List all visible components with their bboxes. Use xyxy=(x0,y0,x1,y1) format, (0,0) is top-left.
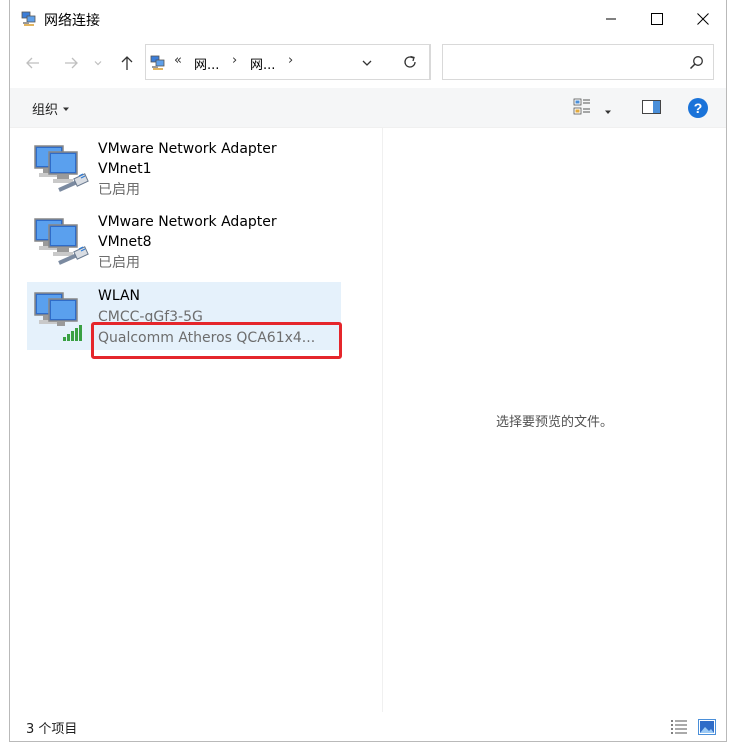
item-status: 已启用 xyxy=(98,182,140,198)
up-button[interactable] xyxy=(114,50,140,76)
wifi-adapter-icon xyxy=(31,291,91,343)
arrow-left-icon xyxy=(26,57,39,69)
ethernet-adapter-icon xyxy=(31,142,91,194)
preview-empty-message: 选择要预览的文件。 xyxy=(495,415,613,430)
chevron-down-icon xyxy=(94,61,102,66)
network-connections-icon xyxy=(20,10,38,28)
minimize-icon xyxy=(606,18,616,20)
refresh-icon xyxy=(403,55,416,68)
arrow-right-icon xyxy=(65,57,78,69)
breadcrumb-separator[interactable]: › xyxy=(232,53,237,68)
ethernet-adapter-icon xyxy=(31,215,91,267)
list-item-vmnet1[interactable]: VMware Network Adapter VMnet1 已启用 xyxy=(27,133,341,201)
help-icon[interactable]: ? xyxy=(687,97,709,123)
svg-text:?: ? xyxy=(694,100,703,116)
item-name-line1: VMware Network Adapter xyxy=(98,214,277,230)
caret-down-icon xyxy=(63,107,70,111)
view-options-dropdown[interactable] xyxy=(604,101,612,120)
chevron-down-icon xyxy=(362,60,372,66)
red-highlight-annotation xyxy=(91,322,342,359)
close-icon xyxy=(697,13,709,25)
refresh-button[interactable] xyxy=(390,44,430,80)
change-view-icon[interactable] xyxy=(573,97,595,121)
status-bar: 3 个项目 xyxy=(10,712,726,741)
forward-button[interactable] xyxy=(58,50,84,76)
item-name-line1: VMware Network Adapter xyxy=(98,141,277,157)
item-count: 3 个项目 xyxy=(26,722,78,737)
organize-menu-button[interactable]: 组织 xyxy=(32,99,70,118)
item-name-line2: VMnet1 xyxy=(98,161,152,177)
back-button[interactable] xyxy=(20,50,46,76)
breadcrumb-item-control-panel[interactable]: 网... xyxy=(194,54,219,73)
file-list-area: VMware Network Adapter VMnet1 已启用 VMware… xyxy=(10,128,726,712)
breadcrumb-item-network-connections[interactable]: 网... xyxy=(250,54,275,73)
list-item-vmnet8[interactable]: VMware Network Adapter VMnet8 已启用 xyxy=(27,206,341,274)
item-name-line2: VMnet8 xyxy=(98,234,152,250)
address-bar[interactable]: « 网... › 网... › xyxy=(145,44,431,80)
title-bar: 网络连接 xyxy=(10,0,726,38)
item-status: 已启用 xyxy=(98,255,140,271)
network-folder-icon xyxy=(149,54,167,72)
organize-label: 组织 xyxy=(32,103,59,118)
address-history-dropdown[interactable] xyxy=(360,55,374,74)
search-icon[interactable] xyxy=(689,55,704,74)
address-overflow-button[interactable]: « xyxy=(174,53,182,68)
arrow-up-icon xyxy=(121,56,133,70)
maximize-button[interactable] xyxy=(634,0,680,38)
breadcrumb-separator[interactable]: › xyxy=(288,53,293,68)
preview-pane-icon[interactable] xyxy=(642,99,662,119)
caret-down-icon xyxy=(605,110,611,114)
search-input[interactable] xyxy=(442,44,714,80)
file-explorer-window: 网络连接 « 网... › 网... › 组织 ? VMware Network… xyxy=(9,0,727,742)
details-view-icon[interactable] xyxy=(670,719,688,739)
navigation-bar: « 网... › 网... › xyxy=(10,42,726,84)
item-name: WLAN xyxy=(98,288,141,304)
maximize-icon xyxy=(651,13,663,25)
minimize-button[interactable] xyxy=(588,0,634,38)
recent-locations-button[interactable] xyxy=(90,50,106,76)
command-bar: 组织 ? xyxy=(10,88,726,128)
large-icons-view-icon[interactable] xyxy=(698,719,716,739)
close-button[interactable] xyxy=(680,0,726,38)
window-title: 网络连接 xyxy=(44,13,100,29)
